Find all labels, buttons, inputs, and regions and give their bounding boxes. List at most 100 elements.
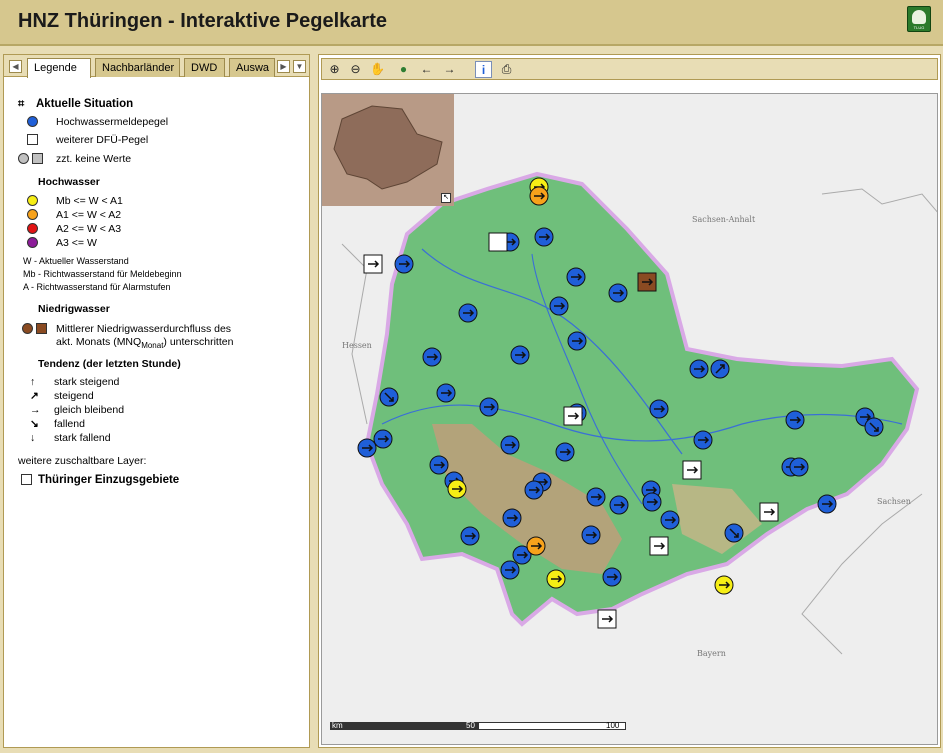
arrow-down-right-icon: ↘ <box>30 418 39 430</box>
tendenz-stark-steigend: stark steigend <box>54 376 120 388</box>
gauge-dfu-square <box>649 536 669 556</box>
gauge-blue <box>524 480 544 500</box>
tlug-logo[interactable]: TLUG <box>907 6 931 32</box>
globe-icon[interactable]: ● <box>395 61 412 78</box>
niedrig-line1: Mittlerer Niedrigwasserdurchfluss des <box>56 323 232 335</box>
grid-icon: ⌗ <box>18 98 25 110</box>
gauge-blue <box>608 283 628 303</box>
label-sachsen: Sachsen <box>877 497 911 506</box>
overview-map[interactable]: ↖ <box>322 94 454 206</box>
scale-segment-dark <box>330 722 478 730</box>
gauge-blue <box>566 267 586 287</box>
tab-dwd[interactable]: DWD <box>184 58 225 77</box>
no-values-label: zzt. keine Werte <box>56 153 132 165</box>
niedrig-subscript: Monat <box>141 341 164 351</box>
no-values-square-icon <box>32 153 43 164</box>
scale-segment-light <box>478 722 626 730</box>
gauge-blue <box>649 399 669 419</box>
arrow-up-right-icon: ↗ <box>30 390 39 402</box>
gauge-blue <box>864 417 884 437</box>
dfu-gauge-label: weiterer DFÜ-Pegel <box>56 134 149 146</box>
gauge-blue <box>549 296 569 316</box>
gauge-blue <box>689 359 709 379</box>
forward-arrow-icon[interactable]: → <box>441 61 458 78</box>
gauge-blue <box>817 494 837 514</box>
dfu-gauge-icon <box>27 134 38 145</box>
gauge-blue <box>581 525 601 545</box>
info-icon[interactable]: i <box>475 61 492 78</box>
scale-label-100: 100 <box>606 721 620 730</box>
tab-scroll-right-icon[interactable]: ▶ <box>277 60 290 73</box>
hochwasser-title: Hochwasser <box>38 176 100 188</box>
abbr-mb: Mb - Richtwasserstand für Meldebeginn <box>23 269 182 279</box>
logo-text: TLUG <box>913 25 925 30</box>
gauge-brown-square <box>637 272 657 292</box>
level-a2-icon <box>27 223 38 234</box>
gauge-blue <box>693 430 713 450</box>
layer-einzug-label: Thüringer Einzugsgebiete <box>38 474 180 486</box>
level-a3-icon <box>27 237 38 248</box>
niedrig-square-icon <box>36 323 47 334</box>
gauge-blue <box>500 435 520 455</box>
gauge-blue <box>429 455 449 475</box>
gauge-dfu-square <box>363 254 383 274</box>
tree-icon <box>912 10 926 24</box>
niedrig-line2-pre: akt. Monats (MNQ <box>56 336 142 348</box>
level-a1-label: A1 <= W < A2 <box>56 209 122 221</box>
more-layers-label: weitere zuschaltbare Layer: <box>18 455 147 467</box>
gauge-blue <box>357 438 377 458</box>
gauge-blue <box>422 347 442 367</box>
overview-svg <box>322 94 454 206</box>
scale-label-50: 50 <box>466 721 475 730</box>
overview-toggle-icon[interactable]: ↖ <box>441 193 451 203</box>
no-values-dot-icon <box>18 153 29 164</box>
hw-gauge-label: Hochwassermeldepegel <box>56 116 169 128</box>
niedrigwasser-title: Niedrigwasser <box>38 303 110 315</box>
tab-nachbarlaender[interactable]: Nachbarländer <box>95 58 180 77</box>
gauge-blue <box>379 387 399 407</box>
app-header: HNZ Thüringen - Interaktive Pegelkarte T… <box>0 0 943 46</box>
gauge-blue <box>500 560 520 580</box>
label-hessen: Hessen <box>342 341 372 350</box>
gauge-yellow <box>714 575 734 595</box>
label-bayern: Bayern <box>697 649 726 658</box>
level-a2-label: A2 <= W < A3 <box>56 223 122 235</box>
level-mb-icon <box>27 195 38 206</box>
zoom-in-icon[interactable]: ⊕ <box>326 61 343 78</box>
layer-einzug-checkbox[interactable] <box>21 474 32 485</box>
gauge-blue <box>642 492 662 512</box>
gauge-dfu-square <box>563 406 583 426</box>
gauge-blue <box>394 254 414 274</box>
tendenz-steigend: steigend <box>54 390 94 402</box>
abbr-w: W - Aktueller Wasserstand <box>23 256 129 266</box>
label-sachsen-anhalt: Sachsen-Anhalt <box>692 215 756 224</box>
tendenz-gleich-bleibend: gleich bleibend <box>54 404 125 416</box>
tab-auswahl[interactable]: Auswa <box>229 58 275 77</box>
arrow-down-icon: ↓ <box>30 432 36 444</box>
map-canvas[interactable]: Sachsen-Anhalt Hessen Sachsen Bayern ↖ k… <box>321 93 938 745</box>
tab-menu-icon[interactable]: ▼ <box>293 60 306 73</box>
map-toolbar: ⊕ ⊖ ✋ ● ← → i ⎙ <box>321 58 938 80</box>
gauge-dfu-square <box>488 232 508 252</box>
gauge-blue <box>710 359 730 379</box>
gauge-blue <box>555 442 575 462</box>
arrow-up-icon: ↑ <box>30 376 36 388</box>
tab-scroll-left-icon[interactable]: ◀ <box>9 60 22 73</box>
gauge-blue <box>609 495 629 515</box>
pan-icon[interactable]: ✋ <box>369 61 386 78</box>
gauge-blue <box>436 383 456 403</box>
level-a3-label: A3 <= W <box>56 237 97 249</box>
print-icon[interactable]: ⎙ <box>498 61 515 78</box>
gauge-blue <box>789 457 809 477</box>
gauge-blue <box>502 508 522 528</box>
tendenz-stark-fallend: stark fallend <box>54 432 111 444</box>
back-arrow-icon[interactable]: ← <box>418 61 435 78</box>
gauge-blue <box>458 303 478 323</box>
niedrig-line2-post: ) unterschritten <box>163 336 234 348</box>
zoom-out-icon[interactable]: ⊖ <box>347 61 364 78</box>
scale-bar: km 50 100 <box>330 720 626 732</box>
tab-legende[interactable]: Legende <box>27 58 91 78</box>
level-mb-label: Mb <= W < A1 <box>56 195 123 207</box>
gauge-yellow <box>447 479 467 499</box>
gauge-blue <box>373 429 393 449</box>
